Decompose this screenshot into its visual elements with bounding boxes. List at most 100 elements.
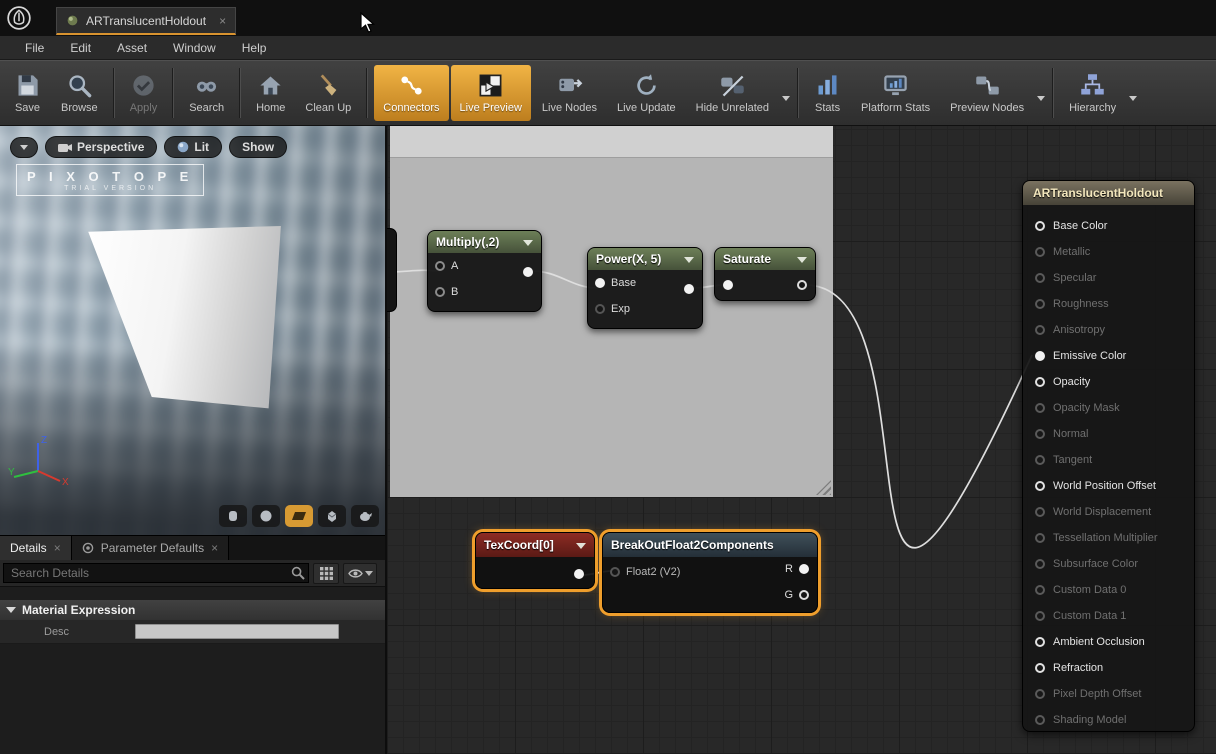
material-pin-tangent[interactable]: Tangent — [1035, 447, 1194, 473]
pin-circle-icon[interactable] — [1035, 559, 1045, 569]
lit-button[interactable]: Lit — [164, 136, 222, 158]
property-matrix-button[interactable] — [313, 563, 339, 584]
hide-unrelated-dropdown-caret-icon[interactable] — [782, 96, 790, 105]
menu-window[interactable]: Window — [160, 38, 229, 58]
tab-details[interactable]: Details × — [0, 536, 72, 560]
material-pin-roughness[interactable]: Roughness — [1035, 291, 1194, 317]
material-pin-custom-data-0[interactable]: Custom Data 0 — [1035, 577, 1194, 603]
material-pin-opacity-mask[interactable]: Opacity Mask — [1035, 395, 1194, 421]
material-graph-canvas[interactable]: Multiply(,2) A B Power(X, 5) Base — [385, 126, 1216, 754]
breakout-float2-node[interactable]: BreakOutFloat2Components Float2 (V2) R G — [602, 532, 818, 613]
stats-toggle-button[interactable]: Stats — [805, 65, 850, 121]
material-pin-refraction[interactable]: Refraction — [1035, 655, 1194, 681]
menu-help[interactable]: Help — [229, 38, 280, 58]
cube-mesh-button[interactable] — [318, 505, 346, 527]
saturate-input-pin[interactable] — [723, 280, 733, 290]
pin-circle-icon[interactable] — [1035, 455, 1045, 465]
pin-circle-icon[interactable] — [1035, 663, 1045, 673]
material-pin-world-position-offset[interactable]: World Position Offset — [1035, 473, 1194, 499]
material-pin-metallic[interactable]: Metallic — [1035, 239, 1194, 265]
material-pin-custom-data-1[interactable]: Custom Data 1 — [1035, 603, 1194, 629]
browse-button[interactable]: Browse — [52, 65, 107, 121]
close-icon[interactable]: × — [54, 541, 61, 555]
pin-circle-icon[interactable] — [1035, 637, 1045, 647]
menu-edit[interactable]: Edit — [57, 38, 104, 58]
comment-header[interactable] — [390, 126, 833, 158]
search-details-input[interactable] — [3, 563, 309, 583]
sphere-mesh-button[interactable] — [252, 505, 280, 527]
pin-circle-icon[interactable] — [1035, 273, 1045, 283]
apply-button[interactable]: Apply — [121, 65, 167, 121]
pin-circle-icon[interactable] — [799, 590, 809, 600]
hierarchy-dropdown-caret-icon[interactable] — [1129, 96, 1137, 105]
pin-circle-icon[interactable] — [799, 564, 809, 574]
material-pin-world-displacement[interactable]: World Displacement — [1035, 499, 1194, 525]
pin-circle-icon[interactable] — [595, 304, 605, 314]
view-options-button[interactable] — [343, 563, 377, 584]
material-pin-specular[interactable]: Specular — [1035, 265, 1194, 291]
material-pin-emissive-color[interactable]: Emissive Color — [1035, 343, 1194, 369]
pin-circle-icon[interactable] — [1035, 325, 1045, 335]
material-expression-section-header[interactable]: Material Expression — [0, 600, 385, 620]
home-button[interactable]: Home — [247, 65, 294, 121]
preview-nodes-button[interactable]: Preview Nodes — [941, 65, 1033, 121]
breakout-node-header[interactable]: BreakOutFloat2Components — [603, 533, 817, 557]
material-node-header[interactable]: ARTranslucentHoldout — [1023, 181, 1194, 205]
material-pin-shading-model[interactable]: Shading Model — [1035, 707, 1194, 733]
pin-circle-icon[interactable] — [1035, 481, 1045, 491]
pin-circle-icon[interactable] — [1035, 689, 1045, 699]
material-pin-anisotropy[interactable]: Anisotropy — [1035, 317, 1194, 343]
saturate-output-pin[interactable] — [797, 280, 807, 290]
input-pin-b[interactable]: B — [428, 279, 541, 305]
material-pin-subsurface-color[interactable]: Subsurface Color — [1035, 551, 1194, 577]
saturate-node-header[interactable]: Saturate — [715, 248, 815, 270]
show-button[interactable]: Show — [229, 136, 287, 158]
input-pin-exp[interactable]: Exp — [588, 296, 702, 322]
pin-circle-icon[interactable] — [1035, 611, 1045, 621]
offscreen-node[interactable] — [385, 228, 397, 312]
pin-circle-icon[interactable] — [1035, 247, 1045, 257]
document-tab[interactable]: ARTranslucentHoldout × — [56, 7, 236, 35]
power-node[interactable]: Power(X, 5) Base Exp — [587, 247, 703, 329]
saturate-node[interactable]: Saturate — [714, 247, 816, 301]
material-pin-normal[interactable]: Normal — [1035, 421, 1194, 447]
hide-unrelated-toggle-button[interactable]: Hide Unrelated — [687, 65, 778, 121]
desc-value-field[interactable] — [135, 624, 339, 639]
power-node-header[interactable]: Power(X, 5) — [588, 248, 702, 270]
pin-circle-icon[interactable] — [435, 287, 445, 297]
live-preview-toggle-button[interactable]: Live Preview — [451, 65, 531, 121]
menu-asset[interactable]: Asset — [104, 38, 160, 58]
pin-circle-icon[interactable] — [1035, 429, 1045, 439]
save-button[interactable]: Save — [5, 65, 50, 121]
material-pin-pixel-depth-offset[interactable]: Pixel Depth Offset — [1035, 681, 1194, 707]
pin-circle-icon[interactable] — [1035, 507, 1045, 517]
pin-circle-icon[interactable] — [1035, 299, 1045, 309]
search-button[interactable]: Search — [180, 65, 233, 121]
menu-file[interactable]: File — [12, 38, 57, 58]
preview-nodes-dropdown-caret-icon[interactable] — [1037, 96, 1045, 105]
multiply-output-pin[interactable] — [523, 267, 533, 277]
hierarchy-button[interactable]: Hierarchy — [1060, 65, 1125, 121]
power-output-pin[interactable] — [684, 284, 694, 294]
pin-circle-icon[interactable] — [1035, 221, 1045, 231]
output-pin-r[interactable]: R — [785, 563, 809, 575]
pin-circle-icon[interactable] — [1035, 585, 1045, 595]
pin-circle-icon[interactable] — [435, 261, 445, 271]
pin-circle-icon[interactable] — [1035, 377, 1045, 387]
platform-stats-button[interactable]: Platform Stats — [852, 65, 939, 121]
perspective-button[interactable]: Perspective — [45, 136, 157, 158]
material-pin-base-color[interactable]: Base Color — [1035, 213, 1194, 239]
clean-up-button[interactable]: Clean Up — [296, 65, 360, 121]
connectors-toggle-button[interactable]: Connectors — [374, 65, 448, 121]
texcoord-node[interactable]: TexCoord[0] — [475, 532, 595, 589]
teapot-mesh-button[interactable] — [351, 505, 379, 527]
material-pin-tessellation-multiplier[interactable]: Tessellation Multiplier — [1035, 525, 1194, 551]
live-update-toggle-button[interactable]: Live Update — [608, 65, 685, 121]
texcoord-node-header[interactable]: TexCoord[0] — [476, 533, 594, 557]
pin-circle-icon[interactable] — [1035, 715, 1045, 725]
live-nodes-toggle-button[interactable]: Live Nodes — [533, 65, 606, 121]
multiply-node-header[interactable]: Multiply(,2) — [428, 231, 541, 253]
tab-close-icon[interactable]: × — [219, 14, 226, 28]
pin-circle-icon[interactable] — [1035, 403, 1045, 413]
close-icon[interactable]: × — [211, 541, 218, 555]
